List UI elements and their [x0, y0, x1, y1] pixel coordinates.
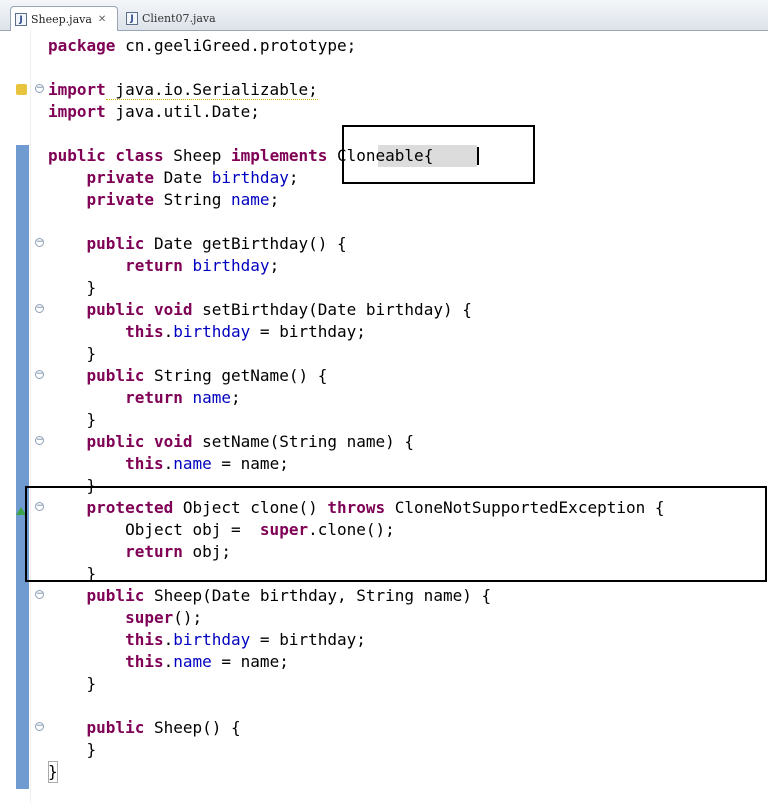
- warning-icon[interactable]: [16, 84, 27, 95]
- tab-label: Sheep.java: [31, 12, 92, 26]
- code-line: public void setName(String name) {: [48, 432, 415, 451]
- annotation-box-cloneable: [342, 125, 535, 184]
- code-line: }: [48, 740, 97, 759]
- code-line: }: [48, 278, 97, 297]
- code-line: }: [48, 674, 97, 693]
- code-line: public Sheep(Date birthday, String name)…: [48, 586, 492, 605]
- code-editor[interactable]: − − − − − − − − package cn.geeliGreed.pr…: [0, 31, 768, 803]
- gutter-border: [30, 31, 31, 803]
- code-line: public Date getBirthday() {: [48, 234, 347, 253]
- fold-toggle-icon[interactable]: −: [35, 590, 44, 599]
- range-indicator: [16, 145, 29, 789]
- fold-toggle-icon[interactable]: −: [35, 436, 44, 445]
- annotation-box-clone-method: [25, 486, 767, 582]
- code-line: package cn.geeliGreed.prototype;: [48, 36, 357, 55]
- java-file-icon: J: [15, 12, 27, 26]
- code-line: }: [48, 344, 97, 363]
- tab-sheep-java[interactable]: J Sheep.java ✕: [10, 6, 118, 31]
- code-line: this.birthday = birthday;: [48, 322, 366, 341]
- editor-tab-bar: J Sheep.java ✕ J Client07.java: [0, 0, 768, 31]
- close-icon[interactable]: ✕: [98, 14, 106, 25]
- fold-toggle-icon[interactable]: −: [35, 238, 44, 247]
- fold-toggle-icon[interactable]: −: [35, 84, 44, 93]
- code-line: this.name = name;: [48, 652, 289, 671]
- code-line: public Sheep() {: [48, 718, 241, 737]
- code-line: return birthday;: [48, 256, 280, 275]
- fold-toggle-icon[interactable]: −: [35, 370, 44, 379]
- fold-toggle-icon[interactable]: −: [35, 304, 44, 313]
- code-line: this.name = name;: [48, 454, 289, 473]
- java-file-icon: J: [126, 11, 138, 25]
- code-line: super();: [48, 608, 203, 627]
- code-line: private String name;: [48, 190, 280, 209]
- tab-client07-java[interactable]: J Client07.java: [122, 6, 232, 30]
- code-line: private Date birthday;: [48, 168, 299, 187]
- code-line: }: [48, 761, 58, 783]
- code-line: public void setBirthday(Date birthday) {: [48, 300, 472, 319]
- code-line: return name;: [48, 388, 241, 407]
- vertical-ruler: [0, 31, 14, 803]
- fold-toggle-icon[interactable]: −: [35, 722, 44, 731]
- code-line: import java.util.Date;: [48, 102, 260, 121]
- code-line: }: [48, 410, 97, 429]
- code-line: this.birthday = birthday;: [48, 630, 366, 649]
- code-line: import java.io.Serializable;: [48, 80, 318, 100]
- code-line: public String getName() {: [48, 366, 328, 385]
- tab-label: Client07.java: [142, 11, 216, 25]
